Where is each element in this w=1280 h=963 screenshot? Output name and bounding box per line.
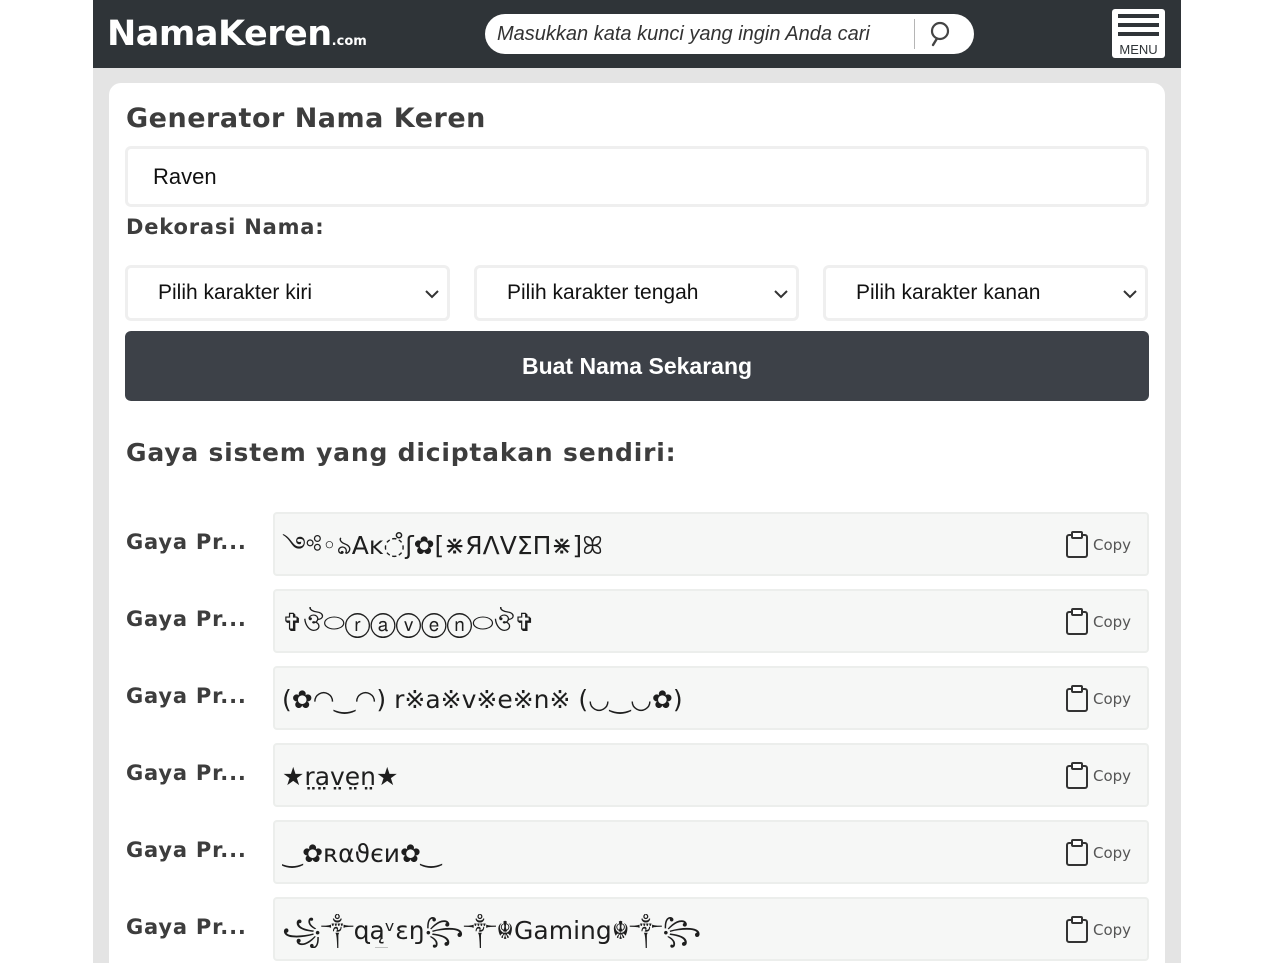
name-input[interactable] bbox=[125, 146, 1149, 207]
result-style-label: Gaya Pr... bbox=[126, 684, 247, 708]
result-row: Gaya Pr... (✿◠‿◠) r※a※v※e※n※ (◡‿◡✿) Copy bbox=[126, 666, 1149, 730]
result-box: ★r̤a̤v̤e̤n̤★ Copy bbox=[273, 743, 1149, 807]
page: NamaKeren.com MENU Generator Nama Keren … bbox=[93, 0, 1181, 963]
search-input[interactable] bbox=[497, 20, 883, 48]
select-middle-label: Pilih karakter tengah bbox=[507, 281, 699, 304]
result-row: Gaya Pr... ༺◦ঌAĸ◌̊ʃ✿[⋇ЯΛVΣП⋇]ꕤ Copy bbox=[126, 512, 1149, 576]
result-style-label: Gaya Pr... bbox=[126, 838, 247, 862]
copy-label: Copy bbox=[1093, 690, 1132, 708]
result-style-label: Gaya Pr... bbox=[126, 530, 247, 554]
select-middle-character[interactable]: Pilih karakter tengah bbox=[474, 265, 799, 321]
chevron-down-icon bbox=[425, 290, 439, 299]
site-header: NamaKeren.com MENU bbox=[93, 0, 1181, 68]
page-title: Generator Nama Keren bbox=[126, 103, 486, 134]
clipboard-icon bbox=[1066, 839, 1088, 866]
result-row: Gaya Pr... ‿✿ʀαϑєи✿‿ Copy bbox=[126, 820, 1149, 884]
search-icon bbox=[930, 21, 950, 47]
result-box: ༺◦ঌAĸ◌̊ʃ✿[⋇ЯΛVΣП⋇]ꕤ Copy bbox=[273, 512, 1149, 576]
result-name[interactable]: ༺◦ঌAĸ◌̊ʃ✿[⋇ЯΛVΣП⋇]ꕤ bbox=[282, 529, 1042, 563]
copy-button[interactable]: Copy bbox=[1065, 838, 1137, 868]
clipboard-icon bbox=[1066, 685, 1088, 712]
decoration-label: Dekorasi Nama: bbox=[126, 215, 325, 239]
copy-button[interactable]: Copy bbox=[1065, 607, 1137, 637]
hamburger-icon-line bbox=[1118, 14, 1159, 18]
select-right-label: Pilih karakter kanan bbox=[856, 281, 1041, 304]
select-left-character[interactable]: Pilih karakter kiri bbox=[125, 265, 450, 321]
result-box: ‿✿ʀαϑєи✿‿ Copy bbox=[273, 820, 1149, 884]
result-name[interactable]: (✿◠‿◠) r※a※v※e※n※ (◡‿◡✿) bbox=[282, 683, 1042, 717]
menu-label: MENU bbox=[1119, 42, 1158, 57]
result-row: Gaya Pr... ꧁༒ɋą̲ᵛɛŋ꧂༒☬Gaming☬༒꧂ Copy bbox=[126, 897, 1149, 961]
result-style-label: Gaya Pr... bbox=[126, 915, 247, 939]
result-name[interactable]: ꧁༒ɋą̲ᵛɛŋ꧂༒☬Gaming☬༒꧂ bbox=[282, 914, 1042, 948]
copy-label: Copy bbox=[1093, 844, 1132, 862]
clipboard-icon bbox=[1066, 608, 1088, 635]
result-box: (✿◠‿◠) r※a※v※e※n※ (◡‿◡✿) Copy bbox=[273, 666, 1149, 730]
search-button[interactable] bbox=[921, 18, 959, 50]
logo-main: NamaKeren bbox=[107, 14, 332, 54]
logo-suffix: .com bbox=[331, 34, 367, 49]
select-right-character[interactable]: Pilih karakter kanan bbox=[823, 265, 1148, 321]
result-row: Gaya Pr... ✞ঔ⬭ⓡⓐⓥⓔⓝ⬭ঔ✞ Copy bbox=[126, 589, 1149, 653]
copy-button[interactable]: Copy bbox=[1065, 761, 1137, 791]
hamburger-icon-line bbox=[1118, 32, 1159, 36]
result-style-label: Gaya Pr... bbox=[126, 761, 247, 785]
result-row: Gaya Pr... ★r̤a̤v̤e̤n̤★ Copy bbox=[126, 743, 1149, 807]
menu-button[interactable]: MENU bbox=[1112, 9, 1165, 58]
generator-card: Generator Nama Keren Dekorasi Nama: Pili… bbox=[109, 83, 1165, 963]
copy-label: Copy bbox=[1093, 536, 1132, 554]
result-name[interactable]: ‿✿ʀαϑєи✿‿ bbox=[282, 837, 1042, 871]
copy-button[interactable]: Copy bbox=[1065, 684, 1137, 714]
copy-button[interactable]: Copy bbox=[1065, 530, 1137, 560]
copy-label: Copy bbox=[1093, 767, 1132, 785]
result-box: ✞ঔ⬭ⓡⓐⓥⓔⓝ⬭ঔ✞ Copy bbox=[273, 589, 1149, 653]
result-box: ꧁༒ɋą̲ᵛɛŋ꧂༒☬Gaming☬༒꧂ Copy bbox=[273, 897, 1149, 961]
clipboard-icon bbox=[1066, 531, 1088, 558]
copy-button[interactable]: Copy bbox=[1065, 915, 1137, 945]
clipboard-icon bbox=[1066, 916, 1088, 943]
result-style-label: Gaya Pr... bbox=[126, 607, 247, 631]
search-bar bbox=[485, 14, 974, 54]
search-divider bbox=[914, 19, 915, 49]
copy-label: Copy bbox=[1093, 613, 1132, 631]
chevron-down-icon bbox=[1123, 290, 1137, 299]
hamburger-icon-line bbox=[1118, 23, 1159, 27]
copy-label: Copy bbox=[1093, 921, 1132, 939]
chevron-down-icon bbox=[774, 290, 788, 299]
result-name[interactable]: ✞ঔ⬭ⓡⓐⓥⓔⓝ⬭ঔ✞ bbox=[282, 606, 1042, 640]
generate-name-button[interactable]: Buat Nama Sekarang bbox=[125, 331, 1149, 401]
select-left-label: Pilih karakter kiri bbox=[158, 281, 313, 304]
result-name[interactable]: ★r̤a̤v̤e̤n̤★ bbox=[282, 760, 1042, 794]
site-logo[interactable]: NamaKeren.com bbox=[107, 14, 367, 54]
clipboard-icon bbox=[1066, 762, 1088, 789]
results-title: Gaya sistem yang diciptakan sendiri: bbox=[126, 438, 677, 467]
